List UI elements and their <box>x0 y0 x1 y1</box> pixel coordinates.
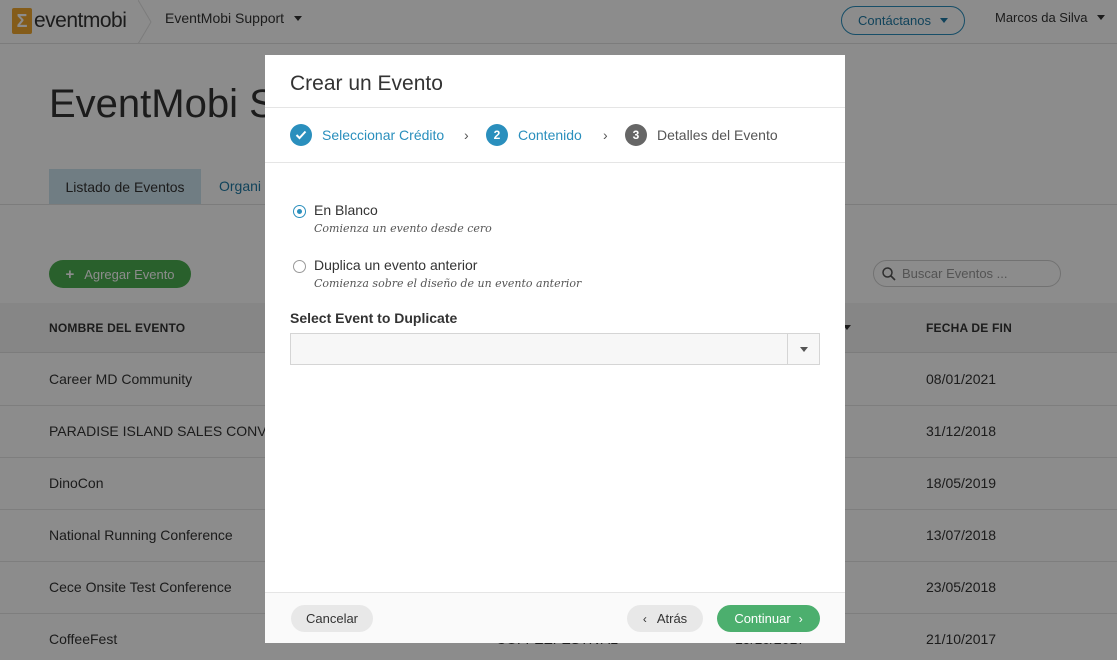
back-button[interactable]: ‹ Atrás <box>627 605 703 632</box>
step-select-credit[interactable]: Seleccionar Crédito <box>290 124 444 146</box>
duplicate-event-select[interactable] <box>290 333 820 365</box>
step-label: Seleccionar Crédito <box>322 127 445 143</box>
cancel-button[interactable]: Cancelar <box>291 605 373 632</box>
continue-button[interactable]: Continuar › <box>717 605 820 632</box>
wizard-steps: Seleccionar Crédito › 2 Contenido › 3 De… <box>265 108 845 163</box>
radio-blank[interactable] <box>293 205 306 218</box>
option-description: Comienza sobre el diseño de un evento an… <box>314 277 582 290</box>
step-content[interactable]: 2 Contenido <box>486 124 582 146</box>
chevron-down-icon <box>799 346 808 352</box>
duplicate-field-label: Select Event to Duplicate <box>290 310 458 326</box>
step-event-details: 3 Detalles del Evento <box>625 124 778 146</box>
chevron-right-icon: › <box>464 127 469 143</box>
modal-header: Crear un Evento <box>265 55 845 108</box>
step-label: Contenido <box>518 127 582 143</box>
step-number: 2 <box>486 124 508 146</box>
chevron-right-icon: › <box>798 611 803 626</box>
chevron-left-icon: ‹ <box>642 611 647 626</box>
modal-footer: Cancelar ‹ Atrás Continuar › <box>265 592 845 643</box>
option-blank[interactable]: En Blanco Comienza un evento desde cero <box>293 202 492 235</box>
radio-duplicate[interactable] <box>293 260 306 273</box>
option-description: Comienza un evento desde cero <box>314 222 492 235</box>
checkmark-icon <box>290 124 312 146</box>
chevron-right-icon: › <box>603 127 608 143</box>
option-duplicate[interactable]: Duplica un evento anterior Comienza sobr… <box>293 257 581 290</box>
select-toggle[interactable] <box>787 334 819 364</box>
step-label: Detalles del Evento <box>657 127 778 143</box>
option-title[interactable]: En Blanco <box>314 202 492 218</box>
continue-label: Continuar <box>734 611 791 626</box>
back-label: Atrás <box>656 611 688 626</box>
option-title[interactable]: Duplica un evento anterior <box>314 257 581 273</box>
step-number: 3 <box>625 124 647 146</box>
create-event-modal: Crear un Evento Seleccionar Crédito › 2 … <box>265 55 845 643</box>
modal-title: Crear un Evento <box>290 72 443 95</box>
cancel-label: Cancelar <box>305 611 359 626</box>
